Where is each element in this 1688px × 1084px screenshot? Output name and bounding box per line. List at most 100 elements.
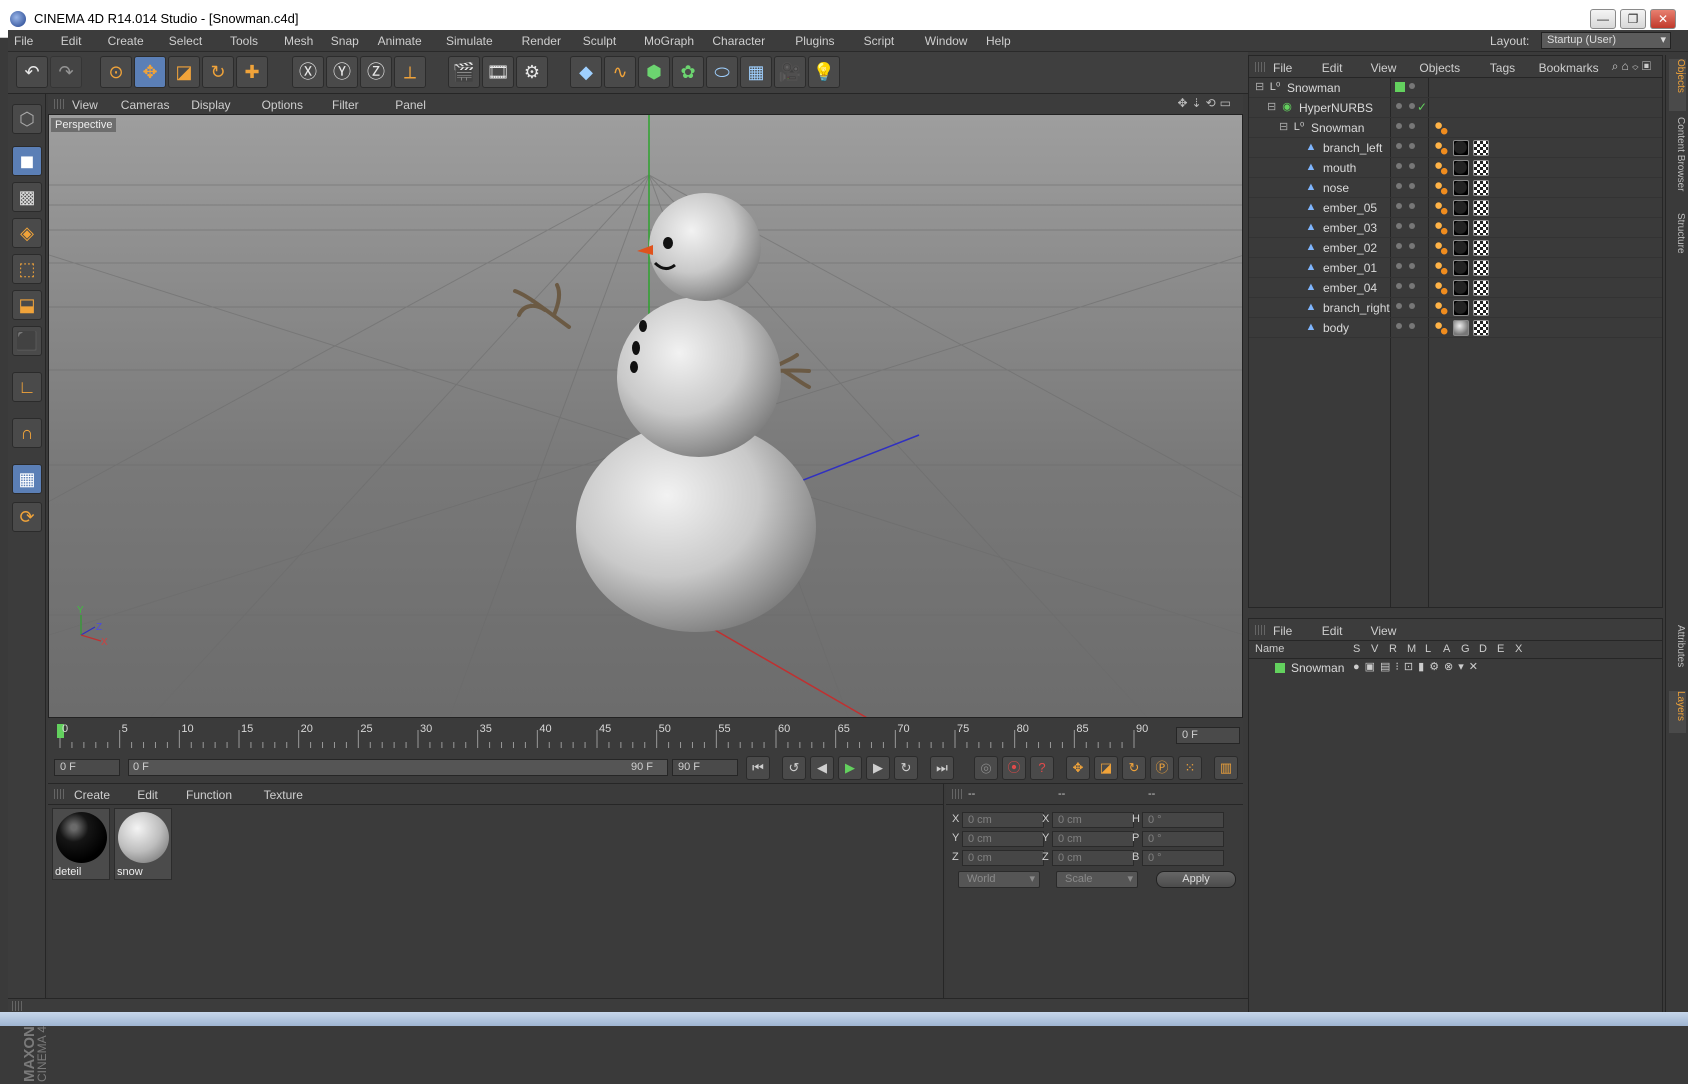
viewport-menu-filter[interactable]: Filter xyxy=(332,98,359,112)
phong-tag-icon[interactable] xyxy=(1433,300,1449,316)
polygons-mode-icon[interactable]: ⬛ xyxy=(12,326,42,356)
viewport-menu-options[interactable]: Options xyxy=(262,98,303,112)
layer-column-x[interactable]: X xyxy=(1515,643,1522,655)
minimize-button[interactable]: — xyxy=(1590,9,1616,29)
objects-menu-bookmarks[interactable]: Bookmarks xyxy=(1539,61,1599,75)
points-mode-icon[interactable]: ⬚ xyxy=(12,254,42,284)
uvw-tag-icon[interactable] xyxy=(1473,320,1489,336)
render-visibility-dot[interactable] xyxy=(1409,143,1415,149)
object-row[interactable]: ▲ ember_04 xyxy=(1249,278,1662,298)
render-visibility-dot[interactable] xyxy=(1409,243,1415,249)
layer-row[interactable]: Snowman ●▣▤⁝⊡▮⚙⊗▾✕ xyxy=(1249,659,1662,677)
render-visibility-dot[interactable] xyxy=(1409,223,1415,229)
record-keyframe-icon[interactable]: ⦿ xyxy=(1002,756,1026,780)
uvw-tag-icon[interactable] xyxy=(1473,220,1489,236)
uvw-tag-icon[interactable] xyxy=(1473,180,1489,196)
render-visibility-dot[interactable] xyxy=(1409,163,1415,169)
tree-expander-icon[interactable]: ⊟ xyxy=(1267,100,1276,113)
go-to-end-icon[interactable]: ⏭ xyxy=(930,756,954,780)
snap-magnet-icon[interactable]: ∩ xyxy=(12,418,42,448)
snowman-model[interactable] xyxy=(513,193,816,632)
editor-visibility-dot[interactable] xyxy=(1396,163,1402,169)
objects-menu-tags[interactable]: Tags xyxy=(1490,61,1515,75)
objects-menu-edit[interactable]: Edit xyxy=(1322,61,1343,75)
axis-mode-icon[interactable]: ∟ xyxy=(12,372,42,402)
motion-record-icon[interactable]: ◎ xyxy=(974,756,998,780)
end-frame-field[interactable]: 90 F xyxy=(672,759,738,776)
render-visibility-dot[interactable] xyxy=(1409,303,1415,309)
render-visibility-dot[interactable] xyxy=(1409,103,1415,109)
uvw-tag-icon[interactable] xyxy=(1473,160,1489,176)
next-keyframe-icon[interactable]: ↻ xyxy=(894,756,918,780)
layer-column-e[interactable]: E xyxy=(1497,643,1504,655)
autokey-icon[interactable]: ? xyxy=(1030,756,1054,780)
layer-color-swatch[interactable] xyxy=(1395,82,1405,92)
nurbs-icon[interactable]: ⬢ xyxy=(638,56,670,88)
object-row[interactable]: ⊟ ◉ HyperNURBS ✓ xyxy=(1249,98,1662,118)
material-deteil[interactable]: deteil xyxy=(52,808,110,880)
object-row[interactable]: ⊟ L⁰ Snowman xyxy=(1249,78,1662,98)
layer-column-a[interactable]: A xyxy=(1443,643,1450,655)
layers-menu-edit[interactable]: Edit xyxy=(1322,624,1343,638)
coord-value-field[interactable]: 0 cm xyxy=(962,831,1044,847)
edges-mode-icon[interactable]: ⬓ xyxy=(12,290,42,320)
objects-menu-file[interactable]: File xyxy=(1273,61,1292,75)
uvw-tag-icon[interactable] xyxy=(1473,140,1489,156)
editor-visibility-dot[interactable] xyxy=(1396,143,1402,149)
key-scale-icon[interactable]: ◪ xyxy=(1094,756,1118,780)
layer-column-name[interactable]: Name xyxy=(1255,643,1284,655)
viewport-menu-cameras[interactable]: Cameras xyxy=(121,98,170,112)
tab-objects[interactable]: Objects xyxy=(1669,59,1686,111)
render-visibility-dot[interactable] xyxy=(1409,283,1415,289)
coord-value-field[interactable]: 0 cm xyxy=(1052,831,1134,847)
editor-visibility-dot[interactable] xyxy=(1396,103,1402,109)
close-button[interactable]: ✕ xyxy=(1650,9,1676,29)
workplane-lock-icon[interactable]: ▦ xyxy=(12,464,42,494)
phong-tag-icon[interactable] xyxy=(1433,200,1449,216)
material-tag-icon[interactable] xyxy=(1453,180,1469,196)
array-icon[interactable]: ✿ xyxy=(672,56,704,88)
menu-plugins[interactable]: Plugins xyxy=(795,34,834,48)
layout-select[interactable]: Startup (User) ▾ xyxy=(1541,32,1671,49)
material-tag-icon[interactable] xyxy=(1453,220,1469,236)
camera-icon[interactable]: 🎥 xyxy=(774,56,806,88)
object-row[interactable]: ▲ branch_left xyxy=(1249,138,1662,158)
workplane-mode-icon[interactable]: ◈ xyxy=(12,218,42,248)
render-picture-viewer-icon[interactable]: 🎞 xyxy=(482,56,514,88)
menu-simulate[interactable]: Simulate xyxy=(446,34,493,48)
menu-animate[interactable]: Animate xyxy=(378,34,422,48)
object-row[interactable]: ▲ branch_right xyxy=(1249,298,1662,318)
cube-primitive-icon[interactable]: ◆ xyxy=(570,56,602,88)
material-tag-icon[interactable] xyxy=(1453,240,1469,256)
go-to-start-icon[interactable]: ⏮ xyxy=(746,756,770,780)
render-settings-icon[interactable]: ⚙ xyxy=(516,56,548,88)
enabled-check-icon[interactable]: ✓ xyxy=(1417,100,1427,114)
search-home-icons[interactable]: ⌕⌂⌔▣ xyxy=(1612,59,1654,74)
timeline-window-icon[interactable]: ▥ xyxy=(1214,756,1238,780)
floor-icon[interactable]: ▦ xyxy=(740,56,772,88)
menu-sculpt[interactable]: Sculpt xyxy=(583,34,616,48)
material-tag-icon[interactable] xyxy=(1453,280,1469,296)
phong-tag-icon[interactable] xyxy=(1433,280,1449,296)
objects-menu-objects[interactable]: Objects xyxy=(1419,61,1460,75)
render-view-icon[interactable]: 🎬 xyxy=(448,56,480,88)
phong-tag-icon[interactable] xyxy=(1433,140,1449,156)
layers-menu-view[interactable]: View xyxy=(1371,624,1397,638)
object-row[interactable]: ▲ mouth xyxy=(1249,158,1662,178)
deformer-icon[interactable]: ⬭ xyxy=(706,56,738,88)
phong-tag-icon[interactable] xyxy=(1433,160,1449,176)
menu-character[interactable]: Character xyxy=(712,34,765,48)
material-snow[interactable]: snow xyxy=(114,808,172,880)
phong-tag-icon[interactable] xyxy=(1433,120,1449,136)
menu-file[interactable]: File xyxy=(14,34,33,48)
timeline-ruler[interactable]: 0 5 10 15 20 25 30 35 40 45 50 55 60 65 70 75 80 85 90 0 F xyxy=(48,720,1243,754)
menu-mesh[interactable]: Mesh xyxy=(284,34,313,48)
perspective-viewport[interactable]: Y Z X Perspective xyxy=(48,114,1243,718)
menu-script[interactable]: Script xyxy=(864,34,895,48)
material-tag-icon[interactable] xyxy=(1453,200,1469,216)
tab-content-browser[interactable]: Content Browser xyxy=(1669,117,1686,205)
render-visibility-dot[interactable] xyxy=(1409,263,1415,269)
coord-value-field[interactable]: 0 cm xyxy=(962,812,1044,828)
next-frame-icon[interactable]: ▶ xyxy=(866,756,890,780)
key-rotation-icon[interactable]: ↻ xyxy=(1122,756,1146,780)
